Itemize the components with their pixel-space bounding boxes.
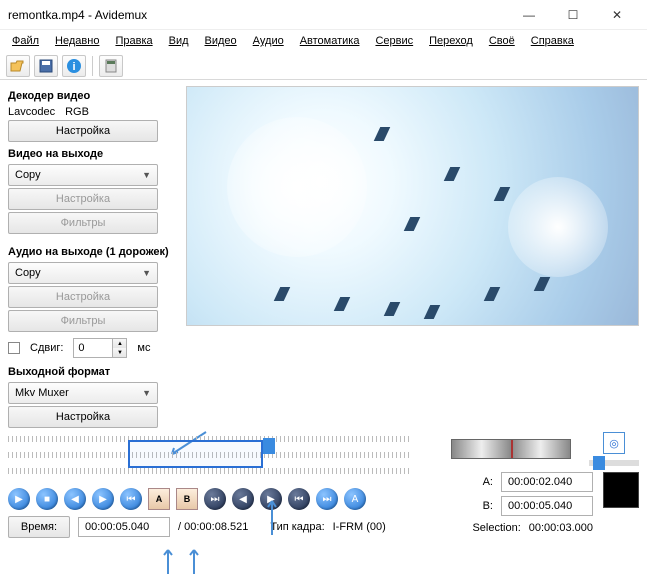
save-button[interactable] [34,55,58,77]
audio-out-value: Copy [15,267,41,279]
video-out-settings-button[interactable]: Настройка [8,188,158,210]
selection-range[interactable] [128,440,263,468]
zoom-fit-button[interactable]: ◎ [603,432,625,454]
jog-wheel[interactable] [451,439,571,459]
chevron-down-icon: ▼ [142,170,151,180]
zoom-slider[interactable] [589,460,639,466]
selection-label: Selection: [472,522,520,534]
audio-out-filters-button[interactable]: Фильтры [8,310,158,332]
last-frame-button[interactable]: ⏭ [316,488,338,510]
menu-bar: Файл Недавно Правка Вид Видео Аудио Авто… [0,30,647,52]
chevron-down-icon: ▼ [142,268,151,278]
menu-view[interactable]: Вид [163,33,195,49]
minimize-button[interactable]: — [507,1,551,29]
decoder-settings-button[interactable]: Настройка [8,120,158,142]
color-swatch [603,472,639,508]
next-keyframe-button[interactable]: ⏭ [204,488,226,510]
marker-a-field[interactable]: 00:00:02.040 [501,472,593,492]
svg-text:i: i [72,61,75,73]
set-marker-b-button[interactable]: B [176,488,198,510]
menu-recent[interactable]: Недавно [49,33,105,49]
video-out-filters-button[interactable]: Фильтры [8,212,158,234]
playhead[interactable] [263,438,275,454]
window-title: remontka.mp4 - Avidemux [8,8,507,22]
decoder-codec: Lavcodec [8,106,55,118]
video-out-section-label: Видео на выходе [8,148,178,160]
offset-spinner[interactable]: ▲▼ [73,338,127,358]
prev-frame-button[interactable]: ◀ [64,488,86,510]
frame-type-value: I-FRM (00) [333,521,386,533]
menu-file[interactable]: Файл [6,33,45,49]
stop-button[interactable]: ■ [36,488,58,510]
time-field[interactable]: 00:00:05.040 [78,517,170,537]
offset-input[interactable] [73,338,113,358]
menu-go[interactable]: Переход [423,33,479,49]
prev-keyframe-button[interactable]: ⏮ [120,488,142,510]
menu-video[interactable]: Видео [199,33,243,49]
out-format-value: Mkv Muxer [15,387,69,399]
menu-own[interactable]: Своё [483,33,521,49]
goto-a-button[interactable]: A [344,488,366,510]
decoder-colorspace: RGB [65,106,89,118]
video-preview [186,86,639,326]
out-format-select[interactable]: Mkv Muxer ▼ [8,382,158,404]
offset-label: Сдвиг: [30,342,63,354]
out-format-section-label: Выходной формат [8,366,178,378]
video-out-value: Copy [15,169,41,181]
audio-out-section-label: Аудио на выходе (1 дорожек) [8,246,178,258]
info-button[interactable]: i [62,55,86,77]
set-marker-a-button[interactable]: A [148,488,170,510]
toolbar: i [0,52,647,80]
menu-auto[interactable]: Автоматика [294,33,366,49]
open-button[interactable] [6,55,30,77]
video-out-select[interactable]: Copy ▼ [8,164,158,186]
next-frame-button[interactable]: ▶ [92,488,114,510]
close-button[interactable]: ✕ [595,1,639,29]
play-button[interactable]: ▶ [8,488,30,510]
offset-checkbox[interactable] [8,342,20,354]
menu-help[interactable]: Справка [525,33,580,49]
menu-audio[interactable]: Аудио [247,33,290,49]
first-frame-button[interactable]: ⏮ [288,488,310,510]
marker-b-field[interactable]: 00:00:05.040 [501,496,593,516]
marker-b-label: B: [479,500,493,512]
menu-service[interactable]: Сервис [369,33,419,49]
offset-unit: мс [137,342,150,354]
timeline[interactable] [8,436,409,482]
out-format-settings-button[interactable]: Настройка [8,406,158,428]
marker-a-label: A: [479,476,493,488]
decoder-section-label: Декодер видео [8,90,178,102]
selection-value: 00:00:03.000 [529,522,593,534]
duration-text: / 00:00:08.521 [178,521,248,533]
time-label-button[interactable]: Время: [8,516,70,538]
menu-edit[interactable]: Правка [109,33,158,49]
prev-black-button[interactable]: ◀ [232,488,254,510]
audio-out-settings-button[interactable]: Настройка [8,286,158,308]
maximize-button[interactable]: ☐ [551,1,595,29]
audio-out-select[interactable]: Copy ▼ [8,262,158,284]
calculator-button[interactable] [99,55,123,77]
chevron-down-icon: ▼ [142,388,151,398]
